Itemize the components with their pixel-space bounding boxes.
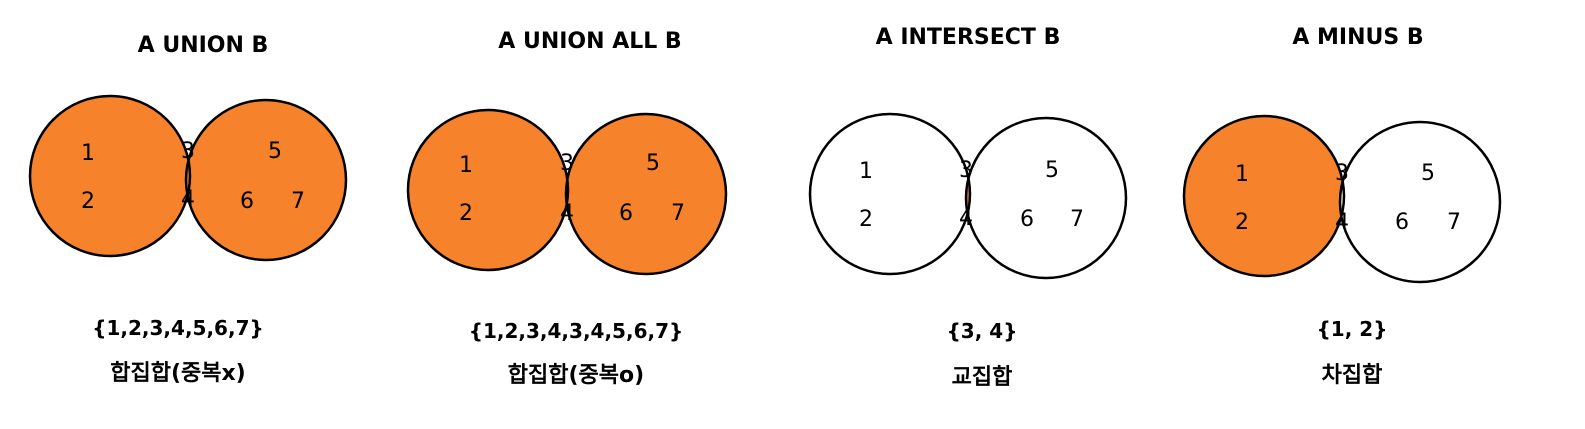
element-label: 3 <box>1335 161 1349 186</box>
panel-title: A MINUS B <box>1292 25 1423 50</box>
caption: 차집합 <box>1322 362 1383 388</box>
result-set: {1,2,3,4,3,4,5,6,7} <box>469 319 684 343</box>
element-label: 1 <box>1235 162 1249 187</box>
element-label: 7 <box>1070 207 1084 232</box>
element-label: 5 <box>1421 161 1435 186</box>
element-label: 2 <box>459 201 473 226</box>
set-b-circle <box>1338 120 1502 284</box>
element-label: 2 <box>1235 210 1249 235</box>
set-a-circle <box>808 112 972 276</box>
panel-title: A INTERSECT B <box>876 25 1061 50</box>
caption: 교집합 <box>952 364 1013 390</box>
element-label: 6 <box>1020 207 1034 232</box>
element-label: 5 <box>1045 158 1059 183</box>
element-label: 4 <box>959 206 973 231</box>
element-label: 1 <box>459 153 473 178</box>
element-label: 5 <box>646 151 660 176</box>
element-label: 7 <box>671 201 685 226</box>
element-label: 5 <box>268 139 282 164</box>
element-label: 4 <box>181 187 195 212</box>
result-set: {3, 4} <box>947 319 1018 343</box>
result-set: {1,2,3,4,5,6,7} <box>92 316 263 340</box>
element-label: 6 <box>619 201 633 226</box>
element-label: 2 <box>81 189 95 214</box>
element-label: 1 <box>859 159 873 184</box>
panel-union-all: A UNION ALL B 1 2 3 4 5 6 7 {1,2,3,4,3,4… <box>406 29 728 388</box>
caption: 합집합(중복x) <box>110 360 246 386</box>
element-label: 2 <box>859 207 873 232</box>
element-label: 3 <box>560 151 574 176</box>
element-label: 3 <box>959 158 973 183</box>
result-set: {1, 2} <box>1317 317 1388 341</box>
set-b-circle <box>964 116 1128 280</box>
set-operations-diagram: A UNION B 1 2 3 4 5 6 7 {1,2,3,4,5,6,7} … <box>28 25 1502 390</box>
panel-title: A UNION ALL B <box>498 29 681 54</box>
element-label: 3 <box>181 139 195 164</box>
element-label: 6 <box>240 189 254 214</box>
panel-intersect: A INTERSECT B 1 2 3 4 5 6 7 {3, 4} 교집합 <box>808 25 1128 390</box>
element-label: 7 <box>291 189 305 214</box>
panel-minus: A MINUS B 1 2 3 4 5 6 7 {1, 2} 차집합 <box>1182 25 1502 388</box>
element-label: 4 <box>560 201 574 226</box>
caption: 합집합(중복o) <box>508 362 644 388</box>
panel-title: A UNION B <box>138 33 269 58</box>
element-label: 4 <box>1335 210 1349 235</box>
element-label: 6 <box>1395 210 1409 235</box>
element-label: 1 <box>81 141 95 166</box>
element-label: 7 <box>1447 210 1461 235</box>
panel-union: A UNION B 1 2 3 4 5 6 7 {1,2,3,4,5,6,7} … <box>28 33 348 386</box>
